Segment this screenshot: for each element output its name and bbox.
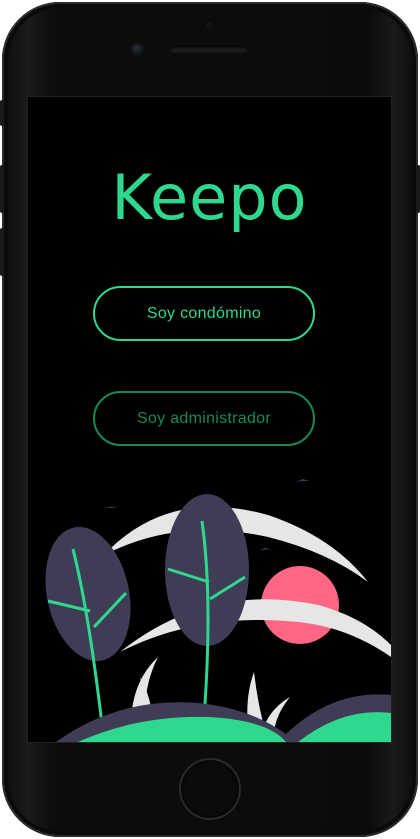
volume-down-button [0,228,4,276]
administrator-button[interactable]: Soy administrador [93,391,315,446]
app-title: Keepo [111,161,308,234]
lower-arc [120,599,391,657]
mute-switch [0,100,4,126]
condomino-button[interactable]: Soy condómino [93,286,315,341]
phone-frame: Keepo Soy condómino Soy administrador [0,0,420,839]
proximity-sensor [206,22,212,28]
volume-up-button [0,165,4,213]
power-button [416,165,420,213]
nature-illustration [45,479,391,742]
bird-icon [104,506,118,508]
bird-icon [259,548,271,550]
home-button[interactable] [181,760,239,818]
bird-icon [296,479,309,482]
front-camera [131,43,144,56]
app-screen: Keepo Soy condómino Soy administrador [27,96,392,743]
earpiece-speaker [171,46,247,53]
